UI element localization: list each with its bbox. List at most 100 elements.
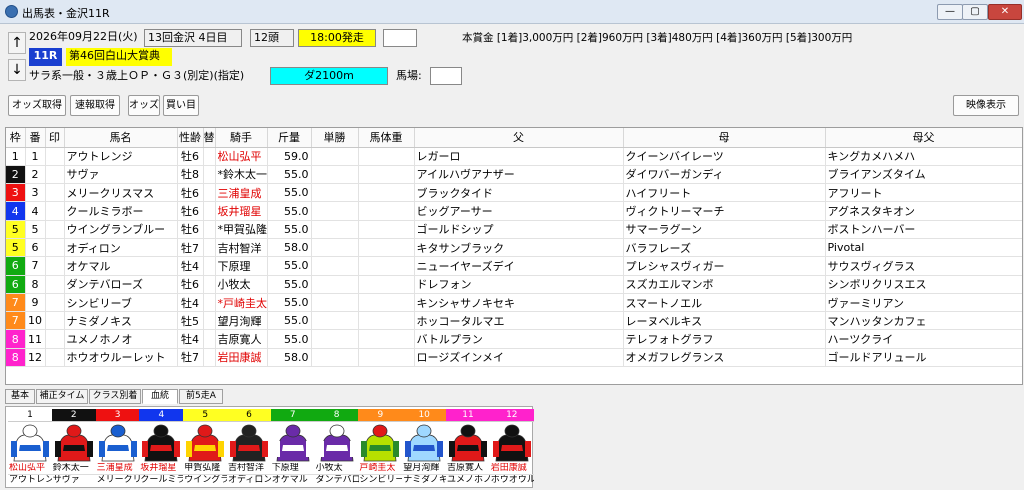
prediction-mark[interactable] bbox=[45, 348, 65, 368]
jockey-change bbox=[203, 147, 216, 166]
silk-jockey-name: 吉原寛人 bbox=[447, 463, 484, 473]
horse-number: 1 bbox=[25, 147, 46, 166]
table-row[interactable]: 3 3 メリークリスマス 牡6 三浦皇成 55.0 ブラックタイド ハイフリート アフリート bbox=[6, 183, 1022, 203]
prediction-mark[interactable] bbox=[45, 275, 65, 294]
entry-table[interactable]: 枠 番 印 馬名 性齢 替 騎手 斤量 単勝 馬体重 父 母 母父 1 1 アウトレ… bbox=[5, 127, 1023, 385]
sire-name: ホッコータルマエ bbox=[414, 311, 624, 331]
table-row[interactable]: 7 9 シンビリーブ 牡4 *戸崎圭太 55.0 キンシャサノキセキ スマートノエル ヴァーミリ… bbox=[6, 293, 1022, 313]
tab-basic[interactable]: 基本 bbox=[5, 389, 35, 404]
frame-number: 5 bbox=[6, 238, 26, 258]
odds-fetch-button[interactable]: オッズ取得 bbox=[8, 95, 66, 116]
header-broodmare-sire[interactable]: 母父 bbox=[825, 128, 1022, 148]
silk-number: 4 bbox=[139, 409, 184, 422]
table-row[interactable]: 6 8 ダンテバローズ 牡6 小牧太 55.0 ドレフォン スズカエルマンボ シンボリクリスエス bbox=[6, 275, 1022, 294]
table-row[interactable]: 8 12 ホウオウルーレット 牡7 岩田康誠 58.0 ロージズインメイ オメガフレグランスゴ… bbox=[6, 348, 1022, 368]
broodmare-sire-name: ヴァーミリアン bbox=[825, 293, 1022, 313]
silk-jockey-name: 望月洵輝 bbox=[403, 463, 440, 473]
minimize-button[interactable]: — bbox=[937, 4, 963, 20]
table-row[interactable]: 5 6 オディロン 牡7 吉村智洋 58.0 キタサンブラック バラフレーズ Pivotal bbox=[6, 238, 1022, 258]
sire-name: キタサンブラック bbox=[414, 238, 624, 258]
sire-name: レガーロ bbox=[414, 147, 624, 166]
tab-last5[interactable]: 前5走A bbox=[179, 389, 223, 404]
sire-name: ブラックタイド bbox=[414, 183, 624, 203]
odds-button[interactable]: オッズ bbox=[128, 95, 160, 116]
header-sex-age[interactable]: 性齢 bbox=[177, 128, 204, 148]
prediction-mark[interactable] bbox=[45, 220, 65, 239]
prediction-mark[interactable] bbox=[45, 183, 65, 203]
baba-field[interactable] bbox=[430, 67, 462, 85]
sokuho-fetch-button[interactable]: 速報取得 bbox=[70, 95, 120, 116]
horse-number: 11 bbox=[25, 329, 46, 349]
prediction-mark[interactable] bbox=[45, 311, 65, 331]
sex-age: 牡4 bbox=[177, 256, 204, 276]
header-sire[interactable]: 父 bbox=[414, 128, 624, 148]
header-change[interactable]: 替 bbox=[203, 128, 216, 148]
silk-horse-name: サヴァ bbox=[51, 474, 96, 486]
next-race-arrow-icon[interactable]: ↓ bbox=[8, 59, 26, 81]
broodmare-sire-name: ブライアンズタイム bbox=[825, 165, 1022, 185]
header-waku[interactable]: 枠 bbox=[6, 128, 26, 148]
header-horse-name[interactable]: 馬名 bbox=[64, 128, 178, 148]
prediction-mark[interactable] bbox=[45, 329, 65, 349]
prediction-mark[interactable] bbox=[45, 165, 65, 185]
buy-button[interactable]: 買い目 bbox=[163, 95, 199, 116]
header-body-weight[interactable]: 馬体重 bbox=[358, 128, 415, 148]
prediction-mark[interactable] bbox=[45, 293, 65, 313]
weight-carried: 55.0 bbox=[267, 293, 312, 313]
prediction-mark[interactable] bbox=[45, 238, 65, 258]
table-row[interactable]: 5 5 ウイングランブルー 牡6 *甲賀弘隆 55.0 ゴールドシップ サマーラグーン ボストン… bbox=[6, 220, 1022, 239]
header-ban[interactable]: 番 bbox=[25, 128, 46, 148]
frame-number: 7 bbox=[6, 293, 26, 313]
frame-number: 7 bbox=[6, 311, 26, 331]
header-mark[interactable]: 印 bbox=[45, 128, 65, 148]
win-odds bbox=[311, 293, 359, 313]
horse-number: 4 bbox=[25, 201, 46, 221]
silk-jockey-name: 三浦皇成 bbox=[96, 463, 133, 473]
video-button[interactable]: 映像表示 bbox=[953, 95, 1019, 116]
broodmare-sire-name: Pivotal bbox=[825, 238, 1022, 258]
prev-race-arrow-icon[interactable]: ↑ bbox=[8, 32, 26, 54]
jockey-silk-icon bbox=[317, 424, 356, 462]
prediction-mark[interactable] bbox=[45, 147, 65, 166]
header-win-odds[interactable]: 単勝 bbox=[311, 128, 359, 148]
maximize-button[interactable]: ▢ bbox=[962, 4, 988, 20]
silk-number: 2 bbox=[51, 409, 96, 422]
weight-carried: 55.0 bbox=[267, 220, 312, 239]
tab-pedigree[interactable]: 血統 bbox=[142, 389, 178, 404]
horse-name: ダンテバローズ bbox=[64, 275, 178, 294]
race-extra-field[interactable] bbox=[383, 29, 417, 47]
weight-carried: 55.0 bbox=[267, 165, 312, 185]
tab-corrected-time[interactable]: 補正タイム bbox=[36, 389, 88, 404]
prize-money: 本賞金 [1着]3,000万円 [2着]960万円 [3着]480万円 [4着]… bbox=[462, 32, 853, 44]
silk-number: 12 bbox=[489, 409, 534, 422]
sex-age: 牡6 bbox=[177, 220, 204, 239]
broodmare-sire-name: シンボリクリスエス bbox=[825, 275, 1022, 294]
jockey-name: *甲賀弘隆 bbox=[215, 220, 268, 239]
table-row[interactable]: 6 7 オケマル 牡4 下原理 55.0 ニューイヤーズデイ プレシャスヴィガー サウスヴィグラ… bbox=[6, 256, 1022, 276]
jockey-silk-icon bbox=[449, 424, 487, 462]
header-weight-carried[interactable]: 斤量 bbox=[267, 128, 312, 148]
win-odds bbox=[311, 256, 359, 276]
sex-age: 牡8 bbox=[177, 165, 204, 185]
race-number: 11R bbox=[29, 48, 62, 66]
jockey-silk-icon bbox=[54, 424, 93, 462]
table-row[interactable]: 7 10 ナミダノキス 牡5 望月洵輝 55.0 ホッコータルマエ レーヌベルキス マンハッタン… bbox=[6, 311, 1022, 331]
table-row[interactable]: 1 1 アウトレンジ 牡6 松山弘平 59.0 レガーロ クイーンバイレーツ キングカメハメハ bbox=[6, 147, 1022, 166]
header-jockey[interactable]: 騎手 bbox=[215, 128, 268, 148]
tab-class-results[interactable]: クラス別着 bbox=[89, 389, 141, 404]
sire-name: アイルハヴアナザー bbox=[414, 165, 624, 185]
jockey-name: 吉原寛人 bbox=[215, 329, 268, 349]
jockey-name: 三浦皇成 bbox=[215, 183, 268, 203]
table-row[interactable]: 4 4 クールミラボー 牡6 坂井瑠星 55.0 ビッグアーサー ヴィクトリーマーチ アグネスタ… bbox=[6, 201, 1022, 221]
table-row[interactable]: 8 11 ユメノホノオ 牡4 吉原寛人 55.0 バトルプラン テレフォトグラフ ハーツクライ bbox=[6, 329, 1022, 349]
race-meeting: 13回金沢 4日目 bbox=[144, 29, 242, 47]
prediction-mark[interactable] bbox=[45, 256, 65, 276]
body-weight bbox=[358, 165, 415, 185]
close-button[interactable]: ✕ bbox=[988, 4, 1022, 20]
prediction-mark[interactable] bbox=[45, 201, 65, 221]
sire-name: ニューイヤーズデイ bbox=[414, 256, 624, 276]
silk-horse-name: ホウオウル bbox=[489, 474, 534, 485]
table-row[interactable]: 2 2 サヴァ 牡8 *鈴木太一 55.0 アイルハヴアナザー ダイワバーガンディ ブライアンズ… bbox=[6, 165, 1022, 185]
silk-jockey-name: 岩田康誠 bbox=[490, 463, 527, 473]
header-dam[interactable]: 母 bbox=[623, 128, 826, 148]
